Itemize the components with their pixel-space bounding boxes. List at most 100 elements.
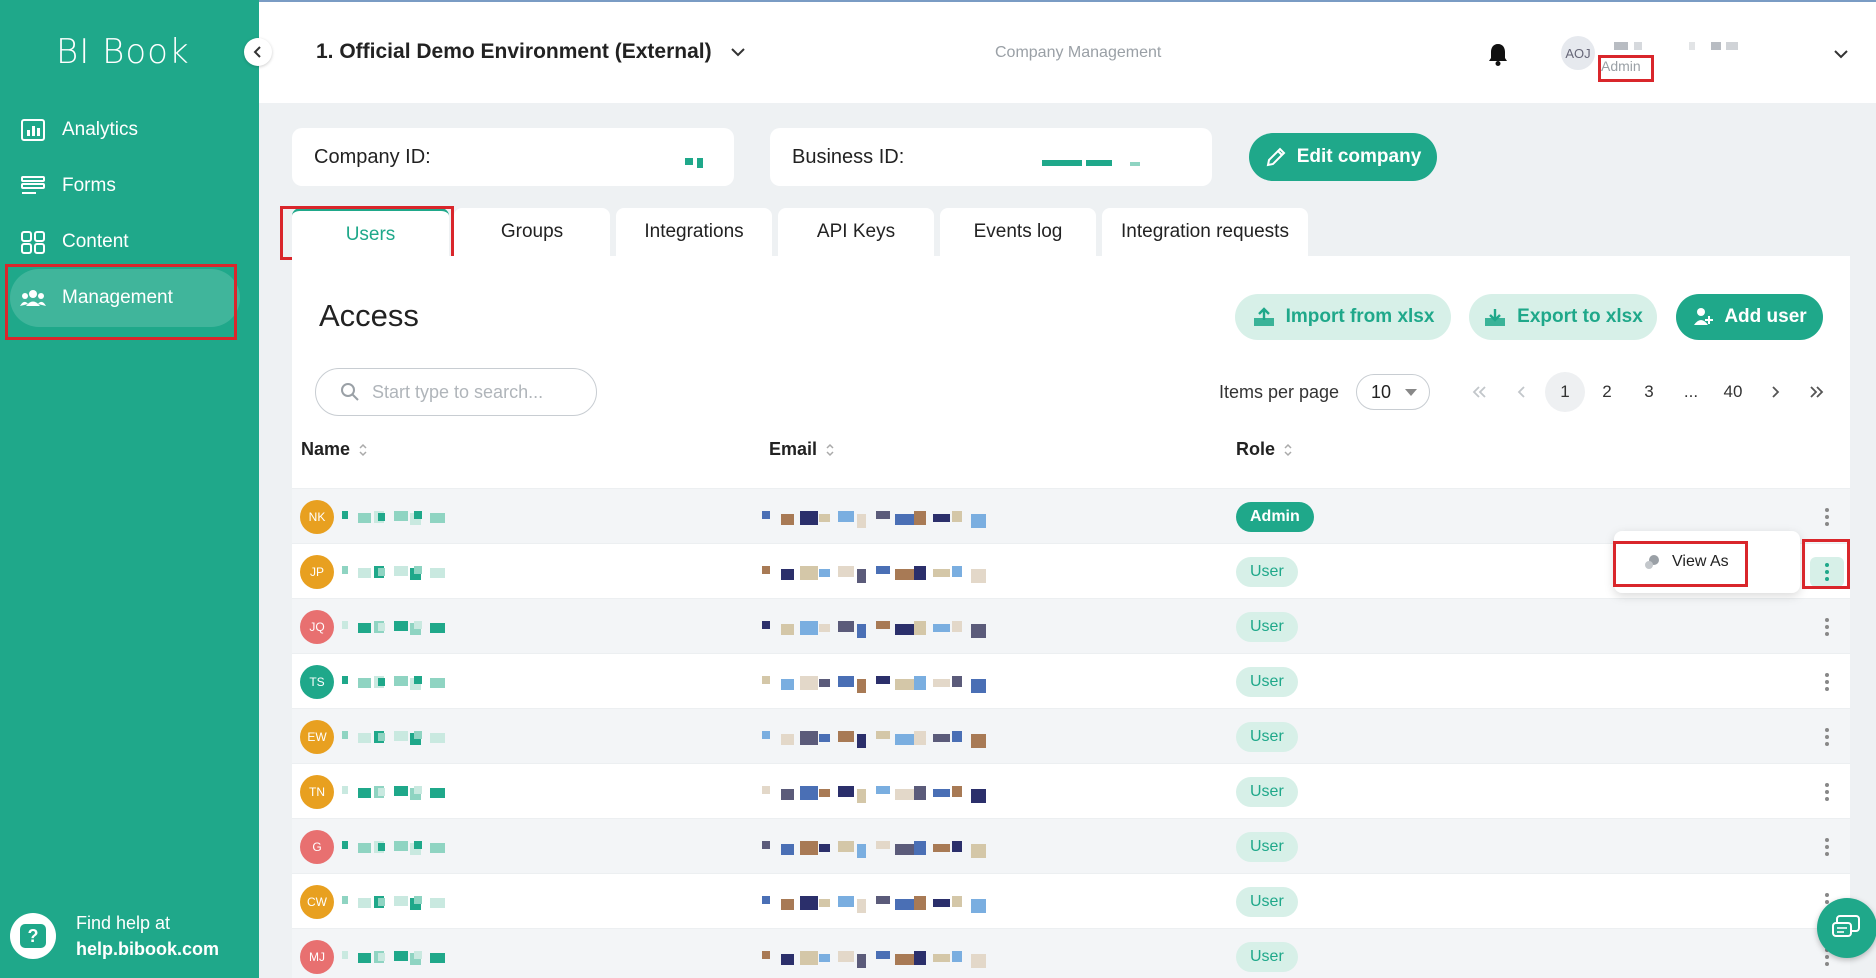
avatar: CW	[300, 885, 334, 919]
tab-integration-requests[interactable]: Integration requests	[1102, 208, 1308, 256]
row-menu-button[interactable]	[1810, 722, 1844, 752]
next-page-button[interactable]	[1755, 372, 1795, 412]
edit-company-button[interactable]: Edit company	[1249, 133, 1437, 181]
chat-button[interactable]	[1817, 898, 1876, 958]
redacted-name	[394, 786, 408, 796]
table-row[interactable]: MJ User	[292, 928, 1850, 978]
sort-icon	[1284, 443, 1292, 456]
redacted-email	[838, 896, 854, 907]
forms-icon	[21, 176, 45, 194]
page-2-button[interactable]: 2	[1587, 372, 1627, 412]
redacted-name	[430, 568, 445, 578]
role-badge: User	[1236, 777, 1298, 807]
redacted-email	[781, 734, 794, 745]
table-row[interactable]: EW User	[292, 708, 1850, 763]
redacted-email	[819, 569, 830, 577]
redacted-email	[838, 566, 854, 577]
items-per-page-select[interactable]: 10	[1356, 374, 1430, 410]
table-row[interactable]: TS User	[292, 653, 1850, 708]
sidebar: BI Book Analytics Forms Content Manageme…	[0, 0, 259, 978]
redacted-name	[394, 566, 408, 576]
user-menu-toggle[interactable]	[1833, 46, 1849, 64]
redacted-email	[952, 511, 962, 522]
redacted-email	[762, 786, 770, 794]
redacted-business-id	[1042, 160, 1082, 166]
user-avatar[interactable]: AOJ	[1561, 36, 1595, 70]
redacted-name	[378, 843, 385, 851]
row-menu-button[interactable]	[1810, 777, 1844, 807]
redacted-email	[914, 786, 926, 800]
tab-groups[interactable]: Groups	[454, 208, 610, 256]
sidebar-item-content[interactable]: Content	[10, 213, 240, 271]
table-row[interactable]: TN User	[292, 763, 1850, 818]
redacted-email	[857, 899, 866, 913]
redacted-email	[876, 896, 890, 904]
tab-events-log[interactable]: Events log	[940, 208, 1096, 256]
avatar: TS	[300, 665, 334, 699]
tab-integrations[interactable]: Integrations	[616, 208, 772, 256]
redacted-name	[414, 511, 422, 519]
business-id-card: Business ID:	[770, 128, 1212, 186]
search-icon	[341, 383, 359, 401]
add-user-button[interactable]: Add user	[1676, 294, 1823, 340]
redacted-email	[876, 511, 890, 519]
items-per-page-value: 10	[1371, 381, 1392, 402]
sidebar-collapse-button[interactable]	[244, 38, 272, 66]
redacted-email	[914, 951, 926, 965]
redacted-email	[952, 731, 962, 742]
column-header-role[interactable]: Role	[1236, 439, 1293, 460]
table-row[interactable]: G User	[292, 818, 1850, 873]
redacted-name	[342, 676, 348, 684]
redacted-email	[933, 624, 950, 632]
kebab-icon	[1825, 838, 1829, 856]
redacted-email	[762, 621, 770, 629]
row-menu-button[interactable]	[1810, 667, 1844, 697]
prev-page-button[interactable]	[1502, 372, 1542, 412]
table-row[interactable]: JQ User	[292, 598, 1850, 653]
sidebar-item-analytics[interactable]: Analytics	[10, 101, 240, 159]
import-xlsx-button[interactable]: Import from xlsx	[1235, 294, 1451, 340]
redacted-name	[358, 568, 371, 578]
redacted-name	[358, 678, 371, 688]
column-header-name[interactable]: Name	[301, 439, 368, 460]
last-page-button[interactable]	[1797, 372, 1837, 412]
row-menu-button[interactable]	[1810, 832, 1844, 862]
sidebar-item-label: Analytics	[62, 119, 139, 140]
redacted-email	[895, 679, 914, 690]
redacted-email	[933, 789, 950, 797]
redacted-email	[781, 844, 794, 855]
column-header-email[interactable]: Email	[769, 439, 835, 460]
table-row[interactable]: CW User	[292, 873, 1850, 928]
help-link[interactable]: ? Find help at help.bibook.com	[10, 910, 219, 962]
environment-selector[interactable]: 1. Official Demo Environment (External)	[316, 40, 746, 64]
row-menu-button[interactable]	[1810, 502, 1844, 532]
highlight-view-as	[1613, 541, 1748, 587]
first-page-button[interactable]	[1459, 372, 1499, 412]
redacted-email	[952, 566, 962, 577]
kebab-icon	[1825, 618, 1829, 636]
redacted-email	[895, 789, 914, 800]
redacted-email	[800, 731, 818, 745]
redacted-email	[895, 844, 914, 855]
row-menu-button[interactable]	[1810, 612, 1844, 642]
redacted-username	[1634, 42, 1642, 50]
notifications-button[interactable]	[1487, 42, 1509, 71]
app-logo: BI Book	[56, 32, 190, 72]
sidebar-item-forms[interactable]: Forms	[10, 157, 240, 215]
redacted-name	[430, 843, 445, 853]
page-3-button[interactable]: 3	[1629, 372, 1669, 412]
redacted-email	[895, 954, 914, 965]
redacted-email	[971, 789, 986, 803]
redacted-email	[876, 566, 890, 574]
export-xlsx-button[interactable]: Export to xlsx	[1469, 294, 1657, 340]
search-input[interactable]	[372, 381, 572, 403]
page-40-button[interactable]: 40	[1713, 372, 1753, 412]
redacted-email	[895, 569, 914, 580]
page-1-button[interactable]: 1	[1545, 372, 1585, 412]
page-label: Company Management	[995, 44, 1162, 61]
tab-api-keys[interactable]: API Keys	[778, 208, 934, 256]
highlight-users-tab	[280, 206, 454, 260]
redacted-company-id	[697, 158, 703, 168]
redacted-name	[414, 896, 422, 904]
redacted-email	[819, 844, 830, 852]
